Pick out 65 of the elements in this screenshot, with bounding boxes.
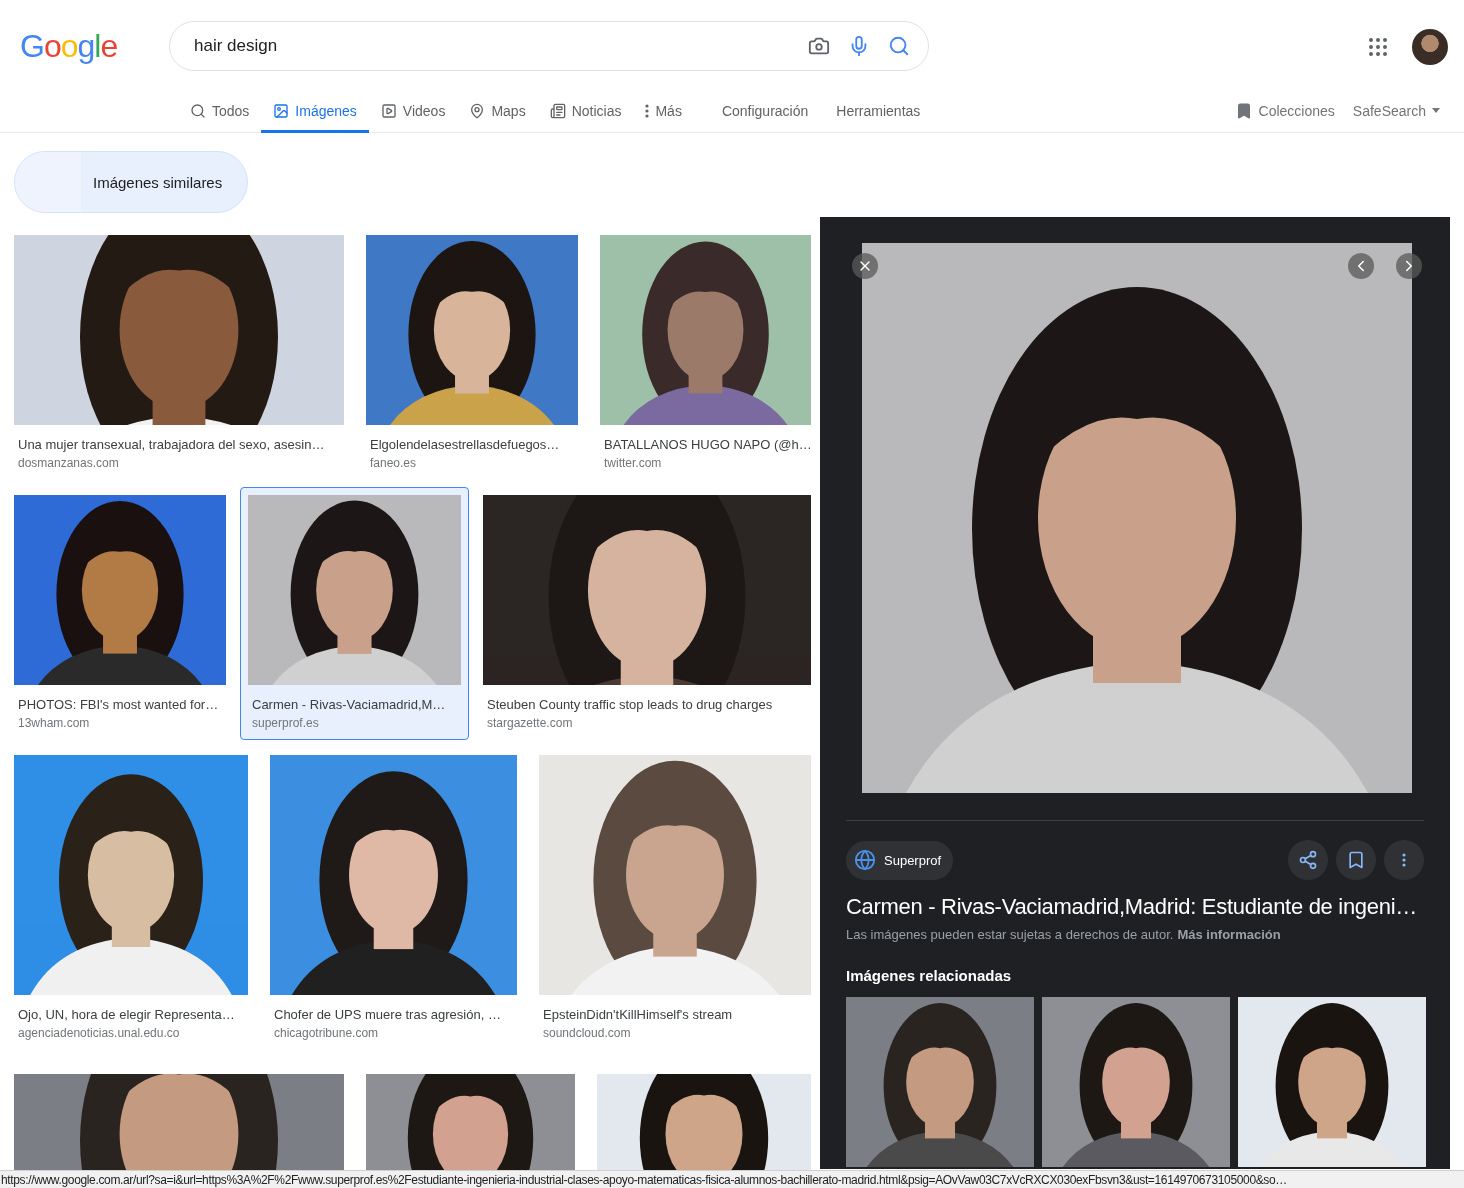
result-source: soundcloud.com bbox=[543, 1025, 632, 1042]
nav-tab[interactable]: Imágenes bbox=[261, 94, 369, 133]
source-chip[interactable]: Superprof bbox=[846, 840, 954, 880]
result-title: Ojo, UN, hora de elegir Representa… bbox=[18, 1006, 236, 1024]
result-title: Steuben County traffic stop leads to drug charges bbox=[487, 696, 774, 714]
preview-title: Carmen - Rivas-Vaciamadrid,Madrid: Estudiante de ingeni… bbox=[846, 894, 1418, 920]
camera-icon[interactable] bbox=[808, 35, 830, 57]
result-card[interactable]: Ojo, UN, hora de elegir Representa… agenciadenoticias.unal.edu.co bbox=[6, 747, 256, 1050]
result-card[interactable]: Carmen - Rivas-Vaciamadrid,M… superprof.es bbox=[240, 487, 469, 740]
result-title: Una mujer transexual, trabajadora del sexo, asesin… bbox=[18, 436, 326, 454]
result-title: Carmen - Rivas-Vaciamadrid,M… bbox=[252, 696, 447, 714]
apps-icon[interactable] bbox=[1366, 35, 1390, 59]
play-icon bbox=[380, 102, 397, 119]
copyright-notice: Las imágenes pueden estar sujetas a derechos de autor. bbox=[846, 927, 1174, 942]
result-title: Chofer de UPS muere tras agresión, … bbox=[274, 1006, 502, 1024]
result-title: EpsteinDidn'tKillHimself's stream bbox=[543, 1006, 734, 1024]
share-button[interactable] bbox=[1288, 840, 1328, 880]
more-icon bbox=[645, 103, 650, 118]
result-card[interactable]: Una mujer transexual, trabajadora del sexo, asesin… dosmanzanas.com bbox=[6, 227, 352, 480]
nav-tab[interactable]: Noticias bbox=[537, 94, 634, 133]
result-source: dosmanzanas.com bbox=[18, 455, 120, 472]
map-pin-icon bbox=[469, 102, 486, 119]
search-bar[interactable]: hair design bbox=[169, 21, 929, 71]
tool-link[interactable]: Configuración bbox=[721, 94, 809, 133]
more-icon bbox=[1402, 853, 1406, 867]
safesearch-menu[interactable]: SafeSearch bbox=[1352, 94, 1440, 133]
similar-images-chip[interactable]: Imágenes similares bbox=[14, 151, 248, 213]
search-icon[interactable] bbox=[888, 35, 910, 57]
result-source: faneo.es bbox=[370, 455, 418, 472]
next-button[interactable] bbox=[1396, 253, 1422, 279]
google-logo[interactable]: Google bbox=[20, 27, 169, 65]
avatar[interactable] bbox=[1412, 29, 1448, 65]
globe-icon bbox=[854, 849, 876, 871]
result-card[interactable]: Elgolendelasestrellasdefuegos… faneo.es bbox=[358, 227, 586, 480]
nav-tab[interactable]: Videos bbox=[368, 94, 458, 133]
result-source: agenciadenoticias.unal.edu.co bbox=[18, 1025, 181, 1042]
search-icon bbox=[190, 102, 206, 119]
collections-link[interactable]: Colecciones bbox=[1234, 94, 1335, 133]
result-title: PHOTOS: FBI's most wanted for… bbox=[18, 696, 220, 714]
result-card[interactable]: BATALLANOS HUGO NAPO (@h… twitter.com bbox=[592, 227, 819, 480]
result-card[interactable]: Chofer de UPS muere tras agresión, … chicagotribune.com bbox=[262, 747, 525, 1050]
related-heading: Imágenes relacionadas bbox=[846, 967, 1013, 984]
nav-tab[interactable]: Todos bbox=[178, 94, 262, 133]
result-source: 13wham.com bbox=[18, 715, 91, 732]
result-title: Elgolendelasestrellasdefuegos… bbox=[370, 436, 561, 454]
save-button[interactable] bbox=[1336, 840, 1376, 880]
search-input[interactable]: hair design bbox=[192, 35, 790, 57]
result-source: superprof.es bbox=[252, 715, 320, 732]
more-info-link[interactable]: Más información bbox=[1177, 927, 1281, 942]
tool-link[interactable]: Herramientas bbox=[836, 94, 921, 133]
result-card[interactable]: PHOTOS: FBI's most wanted for… 13wham.com bbox=[6, 487, 234, 740]
result-card[interactable]: Steuben County traffic stop leads to drug charges stargazette.com bbox=[475, 487, 819, 740]
close-button[interactable] bbox=[852, 253, 878, 279]
result-source: twitter.com bbox=[604, 455, 663, 472]
nav-tab[interactable]: Más bbox=[633, 94, 694, 133]
caret-icon bbox=[1432, 108, 1440, 113]
result-card[interactable]: EpsteinDidn'tKillHimself's stream soundcloud.com bbox=[531, 747, 819, 1050]
result-source: chicagotribune.com bbox=[274, 1025, 380, 1042]
result-source: stargazette.com bbox=[487, 715, 574, 732]
share-icon bbox=[1298, 850, 1318, 870]
nav-tab[interactable]: Maps bbox=[457, 94, 538, 133]
newspaper-icon bbox=[549, 102, 566, 119]
image-icon bbox=[273, 102, 290, 119]
status-bar-url: https://www.google.com.ar/url?sa=i&url=https%3A%2F%2Fwww.superprof.es%2Festudiante-ingenieria-industrial-clases-apoyo-matematicas-fisica-alumnos-bachillerato-madrid.html&psig=AOvVaw03C7xVcRXCX030exFbsvn3&ust=1614970673105000&so… bbox=[0, 1170, 1464, 1188]
bookmark-icon bbox=[1346, 850, 1366, 870]
